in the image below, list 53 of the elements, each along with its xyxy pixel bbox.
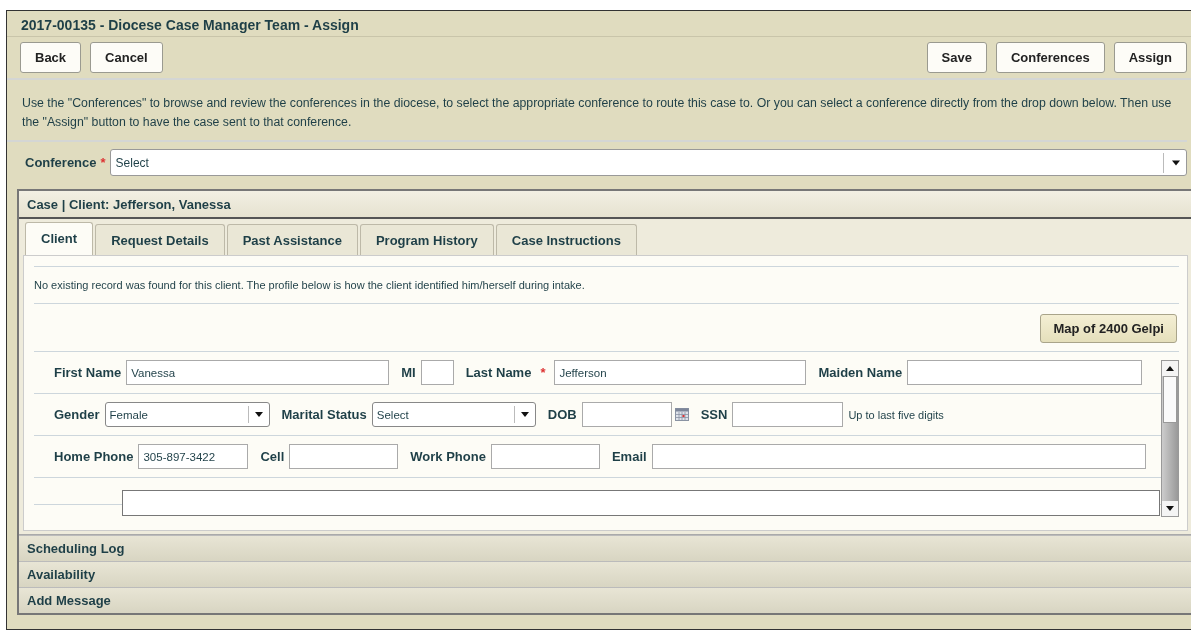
- map-button[interactable]: Map of 2400 Gelpi: [1040, 314, 1177, 343]
- calendar-icon[interactable]: [674, 408, 689, 421]
- field-label: Conference: [25, 155, 97, 170]
- field-label: Work Phone: [410, 449, 486, 464]
- instructions-text: Use the "Conferences" to browse and review the conferences in the diocese, to select the appropriate conference to route this case to. Or you can select a conference directly from the drop down below. Then use the "Assign" button to have the case sent to that conference.: [22, 96, 1172, 129]
- input-field[interactable]: Vanessa: [126, 360, 390, 385]
- scroll-up-icon[interactable]: [1166, 366, 1174, 371]
- field-label: Cell: [260, 449, 285, 464]
- toolbar-button[interactable]: Assign: [1113, 42, 1187, 73]
- case-header: Case | Client: Jefferson, Vanessa: [19, 191, 1191, 219]
- field-label: First Name: [54, 365, 122, 380]
- scroll-thumb[interactable]: [1163, 376, 1177, 423]
- input-field[interactable]: [420, 360, 454, 385]
- input-field[interactable]: [732, 402, 844, 427]
- caret-icon: [520, 412, 529, 417]
- input-field[interactable]: [907, 360, 1143, 385]
- toolbar-button[interactable]: Back: [20, 42, 82, 73]
- toolbar-button[interactable]: Conferences: [995, 42, 1105, 73]
- tab[interactable]: Client: [25, 222, 94, 255]
- field-label: Email: [611, 449, 647, 464]
- select-field[interactable]: Select: [371, 402, 536, 427]
- caret-icon: [254, 412, 263, 417]
- field-hint: Up to last five digits: [848, 408, 944, 421]
- scrollbar[interactable]: [1161, 360, 1179, 517]
- notice-text: No existing record was found for this client. The profile below is how the client identified him/herself during intake.: [34, 279, 585, 291]
- required-asterisk: *: [100, 155, 106, 170]
- conference-dropdown[interactable]: Select: [109, 149, 1187, 176]
- input-field[interactable]: 305-897-3422: [138, 444, 249, 469]
- tab[interactable]: Case Instructions: [495, 224, 637, 255]
- tab[interactable]: Request Details: [95, 224, 225, 255]
- toolbar-button[interactable]: Cancel: [90, 42, 163, 73]
- field-label: Maiden Name: [818, 365, 903, 380]
- input-field[interactable]: [651, 444, 1146, 469]
- scroll-down-icon[interactable]: [1166, 506, 1174, 511]
- input-field[interactable]: [289, 444, 399, 469]
- field-label: Marital Status: [281, 407, 367, 422]
- field-label: Home Phone: [54, 449, 134, 464]
- caret-icon: [1163, 152, 1180, 173]
- field-label: MI: [401, 365, 416, 380]
- input-field[interactable]: [490, 444, 600, 469]
- input-field[interactable]: [122, 490, 1160, 516]
- select-field[interactable]: Female: [104, 402, 270, 427]
- field-label: Last Name: [465, 365, 532, 380]
- field-label: DOB: [547, 407, 577, 422]
- field-label: SSN: [700, 407, 728, 422]
- page-title: 2017-00135 - Diocese Case Manager Team - Assign: [7, 11, 1191, 37]
- required-asterisk: *: [540, 365, 546, 380]
- toolbar-button[interactable]: Save: [926, 42, 987, 73]
- field-label: Gender: [54, 407, 100, 422]
- tab[interactable]: Past Assistance: [226, 224, 358, 255]
- input-field[interactable]: Jefferson: [554, 360, 807, 385]
- tab[interactable]: Program History: [359, 224, 494, 255]
- date-field[interactable]: [581, 402, 672, 427]
